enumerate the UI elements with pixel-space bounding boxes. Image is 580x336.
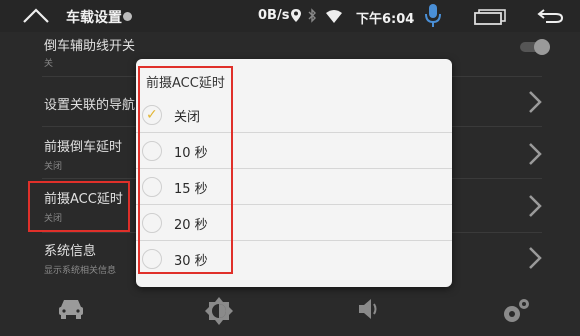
settings-gears-icon[interactable] — [500, 296, 532, 330]
brightness-icon[interactable] — [204, 296, 234, 330]
reverse-guideline-toggle[interactable] — [520, 39, 550, 55]
recent-apps-icon[interactable] — [474, 9, 506, 29]
status-bar: 车载设置 0B/s 下午6:04 — [0, 0, 580, 32]
chevron-right-icon — [528, 90, 542, 118]
network-speed: 0B/s — [258, 8, 290, 23]
setting-title: 设置关联的导航 — [44, 98, 136, 113]
chevron-right-icon — [528, 194, 542, 222]
toggle-knob — [534, 39, 550, 55]
setting-title: 系统信息 — [44, 244, 97, 259]
setting-title: 倒车辅助线开关 — [44, 39, 136, 54]
chevron-right-icon — [528, 142, 542, 170]
microphone-icon[interactable] — [424, 3, 442, 33]
wifi-icon — [325, 9, 343, 28]
setting-subtitle: 关闭 — [44, 162, 63, 172]
highlight-box-dialog-options — [138, 66, 233, 274]
highlight-box-setting — [28, 181, 130, 232]
volume-icon[interactable] — [357, 296, 381, 326]
home-icon[interactable] — [22, 6, 50, 28]
location-pin-icon — [290, 8, 302, 27]
setting-title: 前摄倒车延时 — [44, 140, 123, 155]
status-dot-icon — [123, 12, 132, 21]
car-icon[interactable] — [57, 296, 85, 324]
app-title: 车载设置 — [66, 10, 122, 26]
back-arrow-icon[interactable] — [536, 8, 564, 28]
bluetooth-icon — [307, 8, 317, 27]
setting-subtitle: 关 — [44, 59, 54, 69]
setting-subtitle: 显示系统相关信息 — [44, 266, 117, 276]
clock-time: 下午6:04 — [356, 12, 415, 27]
chevron-right-icon — [528, 246, 542, 274]
bottom-tab-bar — [0, 290, 580, 336]
